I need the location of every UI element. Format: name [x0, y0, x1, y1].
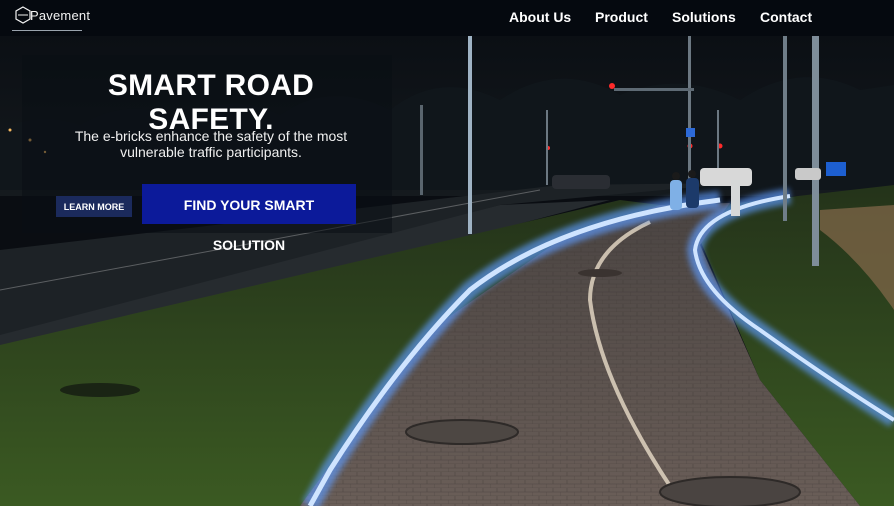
nav-link-solutions[interactable]: Solutions	[672, 9, 736, 25]
brand-logo[interactable]: Pavement	[12, 6, 90, 31]
hero-headline: SMART ROAD SAFETY.	[107, 69, 315, 136]
nav-link-contact[interactable]: Contact	[760, 9, 812, 25]
top-navbar: Pavement About Us Product Solutions Cont…	[0, 0, 894, 36]
brand-name: Pavement	[30, 8, 91, 23]
hero-text-panel: SMART ROAD SAFETY. The e-bricks enhance …	[22, 55, 392, 253]
nav-link-about-us[interactable]: About Us	[509, 9, 571, 25]
nav-link-product[interactable]: Product	[595, 9, 648, 25]
find-smart-solution-button[interactable]: FIND YOUR SMART SOLUTION	[142, 184, 356, 253]
learn-more-button[interactable]: LEARN MORE	[56, 196, 132, 217]
hero-subheadline: The e-bricks enhance the safety of the m…	[74, 128, 348, 160]
